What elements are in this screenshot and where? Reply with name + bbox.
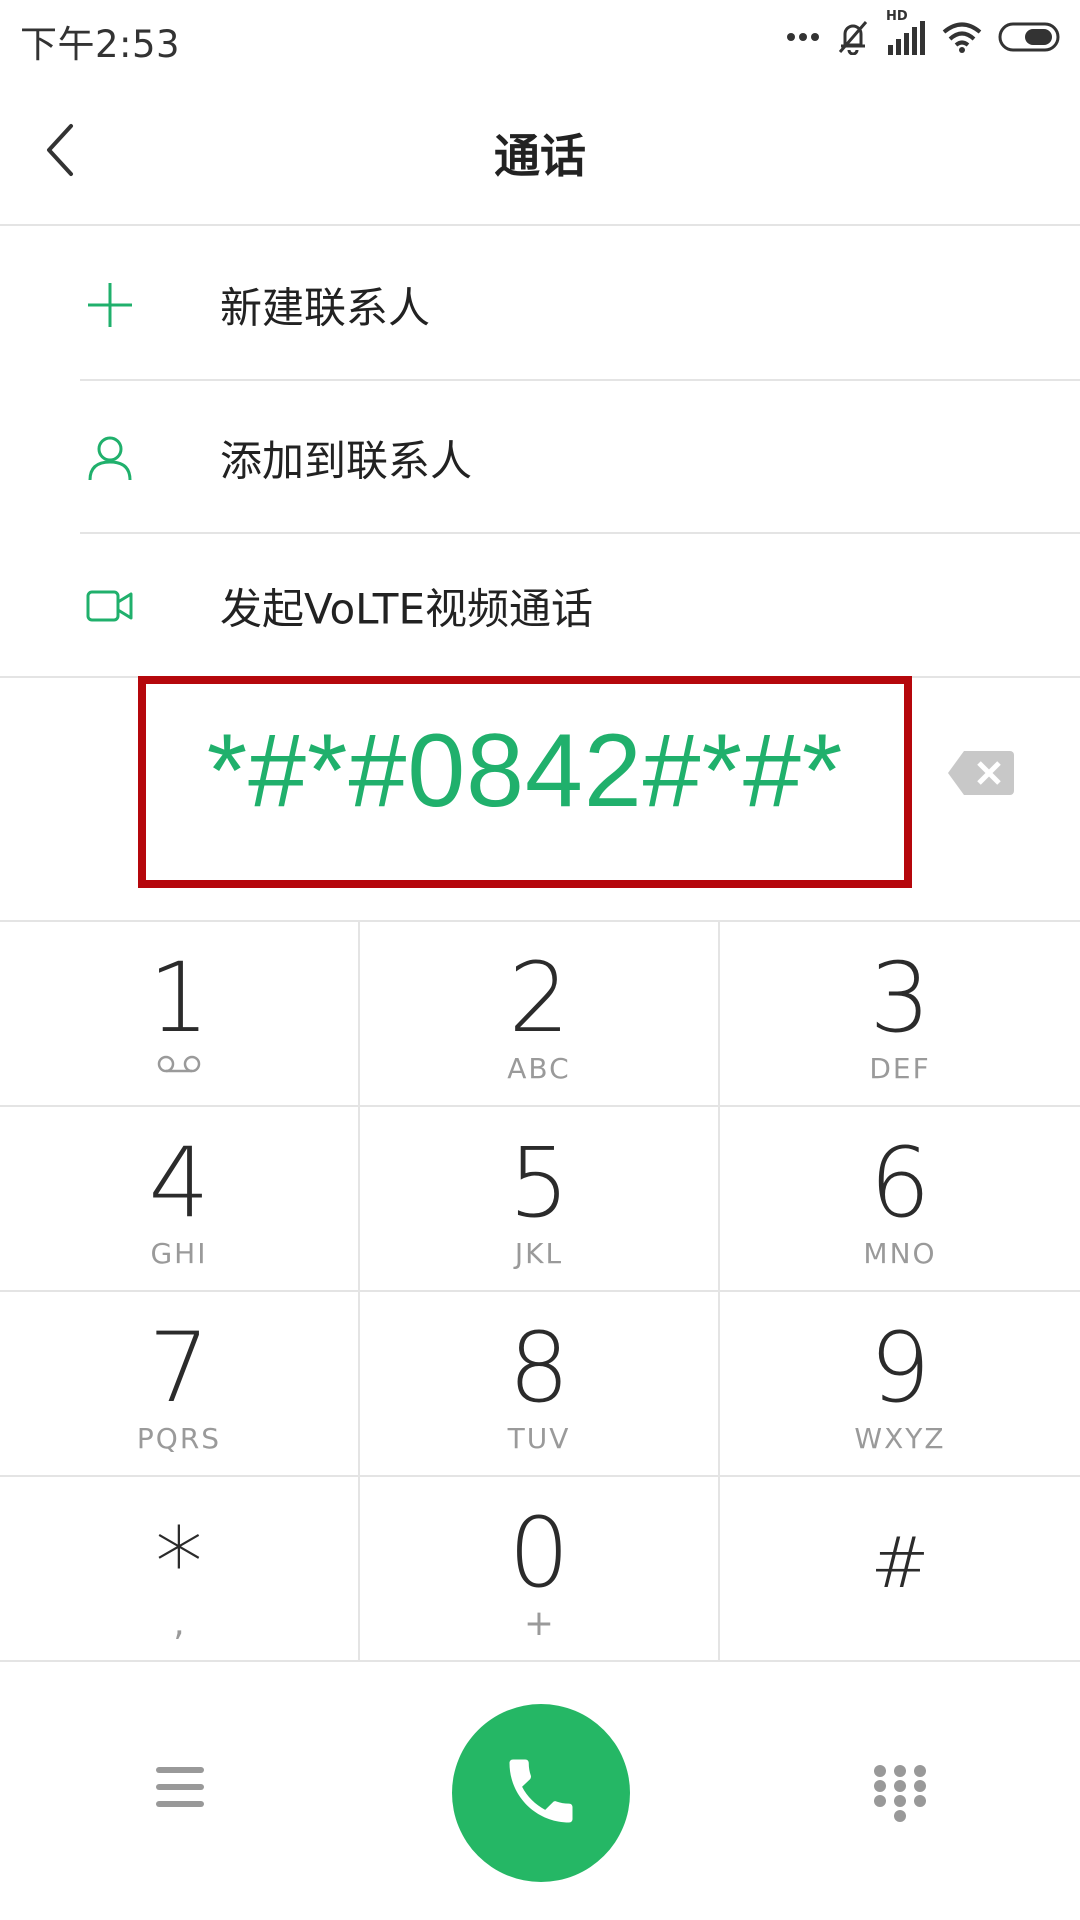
dialpad-toggle-button[interactable] (872, 1764, 928, 1824)
status-time: 下午2:53 (20, 23, 181, 66)
more-dots-icon (786, 32, 820, 42)
voicemail-icon (156, 1054, 202, 1078)
add-to-contact-label: 添加到联系人 (220, 436, 473, 485)
key-3[interactable]: 3 DEF (720, 922, 1080, 1107)
mute-bell-icon (836, 19, 870, 55)
backspace-icon (946, 751, 1016, 802)
key-letters: WXYZ (854, 1422, 946, 1455)
key-digit: * (155, 1507, 203, 1619)
key-letters: PQRS (136, 1422, 222, 1455)
key-digit: 1 (148, 942, 210, 1054)
new-contact-item[interactable]: 新建联系人 (0, 228, 1080, 381)
key-letters: + (523, 1603, 555, 1644)
key-letters: MNO (863, 1237, 937, 1270)
key-4[interactable]: 4 GHI (0, 1107, 360, 1292)
plus-icon (82, 277, 138, 333)
key-letters: GHI (150, 1237, 208, 1270)
backspace-button[interactable] (946, 748, 1016, 798)
key-letters: TUV (507, 1422, 571, 1455)
action-list: 新建联系人 添加到联系人 发起VoLTE视频通话 (0, 228, 1080, 678)
key-9[interactable]: 9 WXYZ (720, 1292, 1080, 1477)
call-button[interactable] (452, 1704, 630, 1882)
key-digit: # (870, 1522, 930, 1604)
key-1[interactable]: 1 (0, 922, 360, 1107)
person-icon (82, 430, 138, 486)
video-camera-icon (82, 578, 138, 634)
bottom-bar (0, 1662, 1080, 1920)
hamburger-menu-icon (154, 1767, 206, 1814)
key-0[interactable]: 0 + (360, 1477, 720, 1662)
hd-label: HD (886, 9, 908, 24)
key-digit: 4 (148, 1127, 210, 1239)
hd-signal-icon: HD (886, 9, 926, 57)
key-digit: 5 (508, 1127, 570, 1239)
key-7[interactable]: 7 PQRS (0, 1292, 360, 1477)
key-digit: 0 (508, 1497, 570, 1609)
status-bar: 下午2:53 HD (0, 0, 1080, 76)
dialpad-icon (872, 1765, 928, 1828)
key-2[interactable]: 2 ABC (360, 922, 720, 1107)
new-contact-label: 新建联系人 (220, 283, 431, 332)
keypad: 1 2 ABC 3 DEF 4 GHI 5 JKL 6 MNO 7 PQRS 8… (0, 922, 1080, 1662)
key-6[interactable]: 6 MNO (720, 1107, 1080, 1292)
menu-button[interactable] (154, 1764, 206, 1810)
volte-video-call-label: 发起VoLTE视频通话 (220, 584, 593, 634)
dialed-number[interactable]: *#*#0842#*#* (138, 712, 912, 831)
status-icons: HD (786, 9, 1062, 60)
key-5[interactable]: 5 JKL (360, 1107, 720, 1292)
key-digit: 6 (869, 1127, 931, 1239)
key-digit: 8 (508, 1312, 570, 1424)
phone-icon (499, 1749, 583, 1837)
dial-display: *#*#0842#*#* (0, 676, 1080, 922)
key-star[interactable]: * , (0, 1477, 360, 1662)
key-8[interactable]: 8 TUV (360, 1292, 720, 1477)
key-digit: 3 (869, 942, 931, 1054)
key-letters: DEF (869, 1052, 931, 1085)
key-digit: 2 (508, 942, 570, 1054)
key-letters: JKL (514, 1237, 564, 1270)
key-digit: 9 (869, 1312, 931, 1424)
key-letters: , (173, 1603, 185, 1644)
wifi-icon (942, 21, 982, 53)
app-header: 通话 (0, 76, 1080, 226)
key-digit: 7 (148, 1312, 210, 1424)
key-letters: ABC (507, 1052, 571, 1085)
volte-video-call-item[interactable]: 发起VoLTE视频通话 (0, 534, 1080, 678)
battery-icon (998, 22, 1062, 52)
page-title: 通话 (494, 129, 586, 183)
key-hash[interactable]: # (720, 1477, 1080, 1662)
add-to-contact-item[interactable]: 添加到联系人 (0, 381, 1080, 534)
